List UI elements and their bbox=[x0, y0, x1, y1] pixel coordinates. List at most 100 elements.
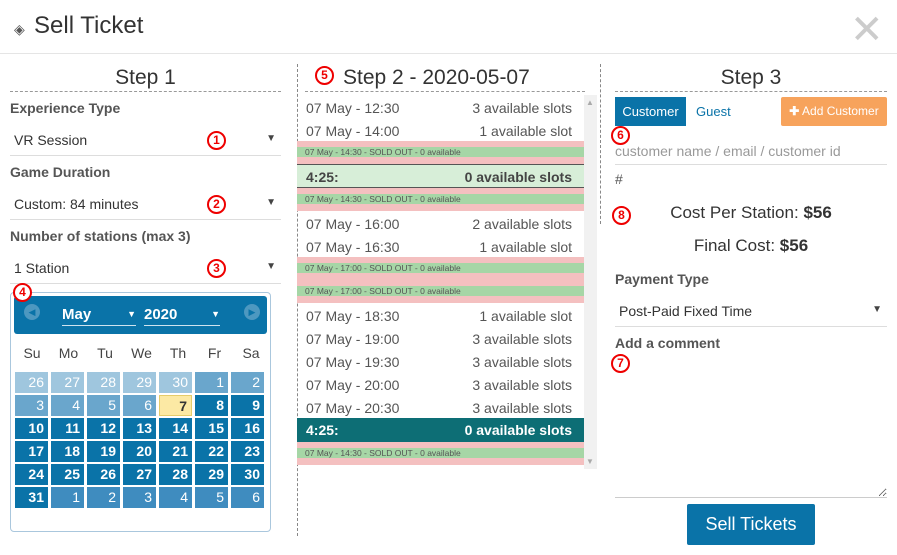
comment-textarea[interactable] bbox=[615, 360, 887, 498]
chevron-down-icon: ▼ bbox=[266, 133, 276, 144]
chevron-down-icon: ▼ bbox=[211, 309, 220, 319]
timeslot-row[interactable]: 07 May - 18:30 1 available slot bbox=[297, 308, 584, 331]
comment-label: Add a comment bbox=[615, 335, 721, 351]
step-badge-4: 4 bbox=[13, 283, 32, 302]
experience-type-label: Experience Type bbox=[10, 100, 121, 116]
calendar-day[interactable]: 12 bbox=[87, 418, 120, 439]
calendar-day[interactable]: 5 bbox=[87, 395, 120, 416]
calendar-day[interactable]: 2 bbox=[231, 372, 264, 393]
prev-month-icon[interactable]: ◀ bbox=[24, 304, 40, 320]
calendar-day[interactable]: 28 bbox=[159, 464, 192, 485]
timeslot-time: 07 May - 20:00 bbox=[306, 377, 400, 393]
calendar-day[interactable]: 11 bbox=[51, 418, 84, 439]
calendar-day[interactable]: 18 bbox=[51, 441, 84, 462]
scroll-down-icon[interactable]: ▼ bbox=[586, 457, 594, 466]
calendar-day[interactable]: 28 bbox=[87, 372, 120, 393]
duration-block[interactable]: 4:25: 0 available slots bbox=[297, 418, 584, 442]
calendar-day[interactable]: 19 bbox=[87, 441, 120, 462]
step-badge-3: 3 bbox=[207, 259, 226, 278]
timeslot-row[interactable]: 07 May - 12:30 3 available slots bbox=[297, 100, 584, 123]
calendar-day[interactable]: 17 bbox=[15, 441, 48, 462]
calendar-day[interactable]: 4 bbox=[51, 395, 84, 416]
experience-type-value: VR Session bbox=[14, 132, 88, 148]
calendar-day[interactable]: 21 bbox=[159, 441, 192, 462]
timeslot-availability: 1 available slot bbox=[479, 239, 572, 255]
calendar-day[interactable]: 22 bbox=[195, 441, 228, 462]
cost-per-station: Cost Per Station: $56 bbox=[615, 203, 887, 223]
payment-type-value: Post-Paid Fixed Time bbox=[619, 303, 753, 319]
step-badge-8: 8 bbox=[612, 206, 631, 225]
timeslot-row[interactable]: 07 May - 16:00 2 available slots bbox=[297, 216, 584, 239]
calendar-day[interactable]: 2 bbox=[87, 487, 120, 508]
chevron-down-icon: ▼ bbox=[266, 261, 276, 272]
calendar-day[interactable]: 1 bbox=[195, 372, 228, 393]
calendar-day[interactable]: 1 bbox=[51, 487, 84, 508]
calendar-day[interactable]: 14 bbox=[159, 418, 192, 439]
timeslot-sold-out: 07 May - 17:00 - SOLD OUT - 0 available bbox=[297, 280, 584, 303]
month-select[interactable]: May ▼ bbox=[62, 306, 136, 326]
calendar-day[interactable]: 31 bbox=[15, 487, 48, 508]
year-select[interactable]: 2020 ▼ bbox=[144, 306, 220, 326]
calendar-day[interactable]: 23 bbox=[231, 441, 264, 462]
calendar-day[interactable]: 29 bbox=[123, 372, 156, 393]
calendar-day[interactable]: 30 bbox=[159, 372, 192, 393]
calendar-day[interactable]: 26 bbox=[87, 464, 120, 485]
year-value: 2020 bbox=[144, 306, 178, 323]
calendar-day[interactable]: 4 bbox=[159, 487, 192, 508]
experience-type-select[interactable]: VR Session ▼ bbox=[10, 126, 281, 156]
calendar-day[interactable]: 6 bbox=[123, 395, 156, 416]
calendar-day[interactable]: 3 bbox=[123, 487, 156, 508]
step-badge-7: 7 bbox=[611, 354, 630, 373]
calendar-day[interactable]: 20 bbox=[123, 441, 156, 462]
stations-select[interactable]: 1 Station ▼ bbox=[10, 254, 281, 284]
calendar-day[interactable]: 10 bbox=[15, 418, 48, 439]
duration-block[interactable]: 4:25: 0 available slots bbox=[297, 164, 584, 188]
close-icon[interactable]: ✕ bbox=[850, 10, 884, 50]
calendar-day[interactable]: 8 bbox=[195, 395, 228, 416]
timeslot-row[interactable]: 07 May - 20:00 3 available slots bbox=[297, 377, 584, 400]
final-cost: Final Cost: $56 bbox=[615, 236, 887, 256]
customer-search-input[interactable] bbox=[615, 137, 887, 165]
timeslot-availability: 3 available slots bbox=[472, 400, 572, 416]
chevron-down-icon: ▼ bbox=[872, 304, 882, 315]
weekday-label: Tu bbox=[97, 345, 113, 361]
calendar-day[interactable]: 15 bbox=[195, 418, 228, 439]
scroll-up-icon[interactable]: ▲ bbox=[586, 98, 594, 107]
calendar-day[interactable]: 16 bbox=[231, 418, 264, 439]
calendar-day[interactable]: 30 bbox=[231, 464, 264, 485]
game-duration-select[interactable]: Custom: 84 minutes ▼ bbox=[10, 190, 281, 220]
timeslot-row[interactable]: 07 May - 19:00 3 available slots bbox=[297, 331, 584, 354]
sell-tickets-button[interactable]: Sell Tickets bbox=[687, 504, 815, 545]
modal-title: Sell Ticket bbox=[34, 12, 144, 39]
calendar-day[interactable]: 6 bbox=[231, 487, 264, 508]
date-picker: ◀ May ▼ 2020 ▼ ▶ Su Mo Tu We Th Fr Sa 26 27 28 29 30… bbox=[10, 292, 271, 532]
timeslot-sold-out: 07 May - 14:30 - SOLD OUT - 0 available bbox=[297, 442, 584, 465]
next-month-icon[interactable]: ▶ bbox=[244, 304, 260, 320]
timeslot-scrollbar[interactable]: ▲ ▼ bbox=[584, 95, 597, 469]
calendar-day[interactable]: 9 bbox=[231, 395, 264, 416]
add-customer-button[interactable]: ✚ Add Customer bbox=[781, 97, 887, 126]
calendar-day[interactable]: 29 bbox=[195, 464, 228, 485]
weekday-label: Th bbox=[169, 345, 187, 361]
calendar-day[interactable]: 24 bbox=[15, 464, 48, 485]
game-duration-value: Custom: 84 minutes bbox=[14, 196, 139, 212]
timeslot-row[interactable]: 07 May - 19:30 3 available slots bbox=[297, 354, 584, 377]
timeslot-availability: 3 available slots bbox=[472, 354, 572, 370]
calendar-day[interactable]: 5 bbox=[195, 487, 228, 508]
calendar-day[interactable]: 27 bbox=[123, 464, 156, 485]
sold-out-label: 07 May - 14:30 - SOLD OUT - 0 available bbox=[297, 194, 584, 204]
timeslot-time: 07 May - 19:30 bbox=[306, 354, 400, 370]
calendar-day-selected[interactable]: 7 bbox=[159, 395, 192, 416]
timeslot-sold-out: 07 May - 14:30 - SOLD OUT - 0 available bbox=[297, 141, 584, 164]
calendar-day[interactable]: 13 bbox=[123, 418, 156, 439]
payment-type-select[interactable]: Post-Paid Fixed Time ▼ bbox=[615, 297, 887, 327]
calendar-day[interactable]: 3 bbox=[15, 395, 48, 416]
sold-out-label: 07 May - 17:00 - SOLD OUT - 0 available bbox=[297, 286, 584, 296]
guest-tab[interactable]: Guest bbox=[696, 97, 734, 126]
game-duration-label: Game Duration bbox=[10, 164, 111, 180]
customer-tab[interactable]: Customer bbox=[615, 97, 686, 126]
calendar-day[interactable]: 25 bbox=[51, 464, 84, 485]
calendar-day[interactable]: 26 bbox=[15, 372, 48, 393]
calendar-day[interactable]: 27 bbox=[51, 372, 84, 393]
weekday-label: We bbox=[131, 345, 152, 361]
